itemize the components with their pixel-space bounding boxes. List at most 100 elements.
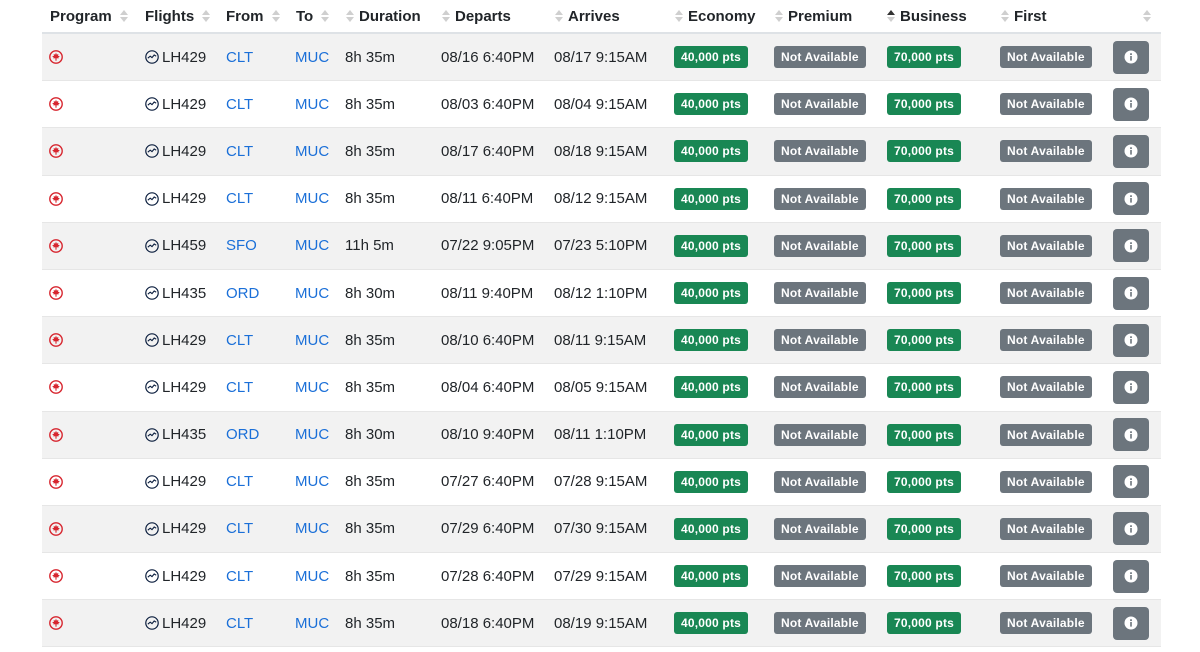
business-badge[interactable]: 70,000 pts — [887, 612, 962, 635]
economy-badge[interactable]: 40,000 pts — [674, 93, 749, 116]
arrives: 08/12 9:15AM — [554, 190, 648, 208]
business-badge[interactable]: 70,000 pts — [887, 46, 962, 69]
lufthansa-crane-icon — [145, 380, 159, 395]
economy-badge[interactable]: 40,000 pts — [674, 376, 749, 399]
from-airport-link[interactable]: CLT — [226, 364, 253, 410]
arrives: 07/23 5:10PM — [554, 237, 648, 255]
business-badge[interactable]: 70,000 pts — [887, 517, 962, 540]
sort-icon — [1001, 10, 1009, 22]
column-header-program[interactable]: Program — [50, 0, 128, 32]
duration: 8h 35m — [345, 378, 396, 396]
from-airport-link[interactable]: CLT — [226, 553, 253, 599]
business-badge[interactable]: 70,000 pts — [887, 423, 962, 446]
air-canada-maple-leaf-icon — [49, 506, 63, 552]
details-button[interactable] — [1113, 465, 1149, 499]
economy-badge[interactable]: 40,000 pts — [674, 612, 749, 635]
economy-badge[interactable]: 40,000 pts — [674, 234, 749, 257]
flight-cell: LH435 — [145, 270, 206, 316]
column-header-actions[interactable] — [1143, 0, 1156, 32]
economy-badge[interactable]: 40,000 pts — [674, 46, 749, 69]
from-airport-link[interactable]: CLT — [226, 128, 253, 174]
to-airport-link[interactable]: MUC — [295, 459, 329, 505]
economy-badge[interactable]: 40,000 pts — [674, 423, 749, 446]
details-button[interactable] — [1113, 559, 1149, 593]
to-airport-link[interactable]: MUC — [295, 553, 329, 599]
first-badge: Not Available — [1000, 423, 1092, 446]
to-airport-link[interactable]: MUC — [295, 176, 329, 222]
economy-badge[interactable]: 40,000 pts — [674, 187, 749, 210]
details-button[interactable] — [1113, 182, 1149, 216]
business-badge[interactable]: 70,000 pts — [887, 329, 962, 352]
economy-badge[interactable]: 40,000 pts — [674, 470, 749, 493]
to-airport-link[interactable]: MUC — [295, 412, 329, 458]
to-airport-link[interactable]: MUC — [295, 270, 329, 316]
to-airport-link[interactable]: MUC — [295, 128, 329, 174]
to-airport-link[interactable]: MUC — [295, 364, 329, 410]
details-button[interactable] — [1113, 418, 1149, 452]
duration: 8h 35m — [345, 95, 396, 113]
business-badge[interactable]: 70,000 pts — [887, 140, 962, 163]
to-airport-link[interactable]: MUC — [295, 317, 329, 363]
arrives: 08/12 1:10PM — [554, 284, 648, 302]
from-airport-link[interactable]: CLT — [226, 317, 253, 363]
details-button[interactable] — [1113, 276, 1149, 310]
from-airport-link[interactable]: ORD — [226, 412, 259, 458]
from-airport-link[interactable]: CLT — [226, 506, 253, 552]
business-badge[interactable]: 70,000 pts — [887, 187, 962, 210]
to-airport-link[interactable]: MUC — [295, 81, 329, 127]
details-button[interactable] — [1113, 229, 1149, 263]
column-header-departs[interactable]: Departs — [442, 0, 511, 32]
details-button[interactable] — [1113, 87, 1149, 121]
from-airport-link[interactable]: SFO — [226, 223, 257, 269]
from-airport-link[interactable]: CLT — [226, 600, 253, 646]
duration: 8h 35m — [345, 331, 396, 349]
details-button[interactable] — [1113, 134, 1149, 168]
to-airport-link[interactable]: MUC — [295, 600, 329, 646]
column-header-premium[interactable]: Premium — [775, 0, 852, 32]
column-header-business[interactable]: Business — [887, 0, 967, 32]
column-header-flights[interactable]: Flights — [145, 0, 211, 32]
economy-badge[interactable]: 40,000 pts — [674, 329, 749, 352]
table-row: LH459 SFO MUC 11h 5m 07/22 9:05PM 07/23 … — [42, 222, 1161, 270]
details-button[interactable] — [1113, 512, 1149, 546]
business-badge[interactable]: 70,000 pts — [887, 282, 962, 305]
details-button[interactable] — [1113, 606, 1149, 640]
from-airport-link[interactable]: CLT — [226, 81, 253, 127]
flight-cell: LH435 — [145, 412, 206, 458]
business-badge[interactable]: 70,000 pts — [887, 376, 962, 399]
details-button[interactable] — [1113, 370, 1149, 404]
column-header-label: Arrives — [568, 7, 620, 25]
from-airport-link[interactable]: CLT — [226, 34, 253, 80]
to-airport-link[interactable]: MUC — [295, 506, 329, 552]
economy-badge[interactable]: 40,000 pts — [674, 282, 749, 305]
details-button[interactable] — [1113, 40, 1149, 74]
economy-badge[interactable]: 40,000 pts — [674, 140, 749, 163]
from-airport-link[interactable]: CLT — [226, 459, 253, 505]
to-airport-link[interactable]: MUC — [295, 34, 329, 80]
to-airport-link[interactable]: MUC — [295, 223, 329, 269]
details-button[interactable] — [1113, 323, 1149, 357]
column-header-duration[interactable]: Duration — [346, 0, 421, 32]
economy-badge[interactable]: 40,000 pts — [674, 565, 749, 588]
column-header-to[interactable]: To — [296, 0, 330, 32]
table-body: LH429 CLT MUC 8h 35m 08/16 6:40PM 08/17 … — [42, 34, 1161, 648]
premium-badge: Not Available — [774, 376, 866, 399]
column-header-economy[interactable]: Economy — [675, 0, 756, 32]
business-badge[interactable]: 70,000 pts — [887, 234, 962, 257]
air-canada-maple-leaf-icon — [49, 223, 63, 269]
lufthansa-crane-icon — [145, 50, 159, 64]
lufthansa-crane-icon — [145, 333, 159, 348]
business-badge[interactable]: 70,000 pts — [887, 93, 962, 116]
business-badge[interactable]: 70,000 pts — [887, 565, 962, 588]
from-airport-link[interactable]: ORD — [226, 270, 259, 316]
table-row: LH429 CLT MUC 8h 35m 08/18 6:40PM 08/19 … — [42, 600, 1161, 648]
column-header-from[interactable]: From — [226, 0, 280, 32]
column-header-first[interactable]: First — [1001, 0, 1047, 32]
economy-badge[interactable]: 40,000 pts — [674, 517, 749, 540]
from-airport-link[interactable]: CLT — [226, 176, 253, 222]
duration: 8h 30m — [345, 426, 396, 444]
column-header-arrives[interactable]: Arrives — [555, 0, 620, 32]
air-canada-maple-leaf-icon — [49, 176, 63, 222]
table-row: LH435 ORD MUC 8h 30m 08/11 9:40PM 08/12 … — [42, 270, 1161, 318]
business-badge[interactable]: 70,000 pts — [887, 470, 962, 493]
